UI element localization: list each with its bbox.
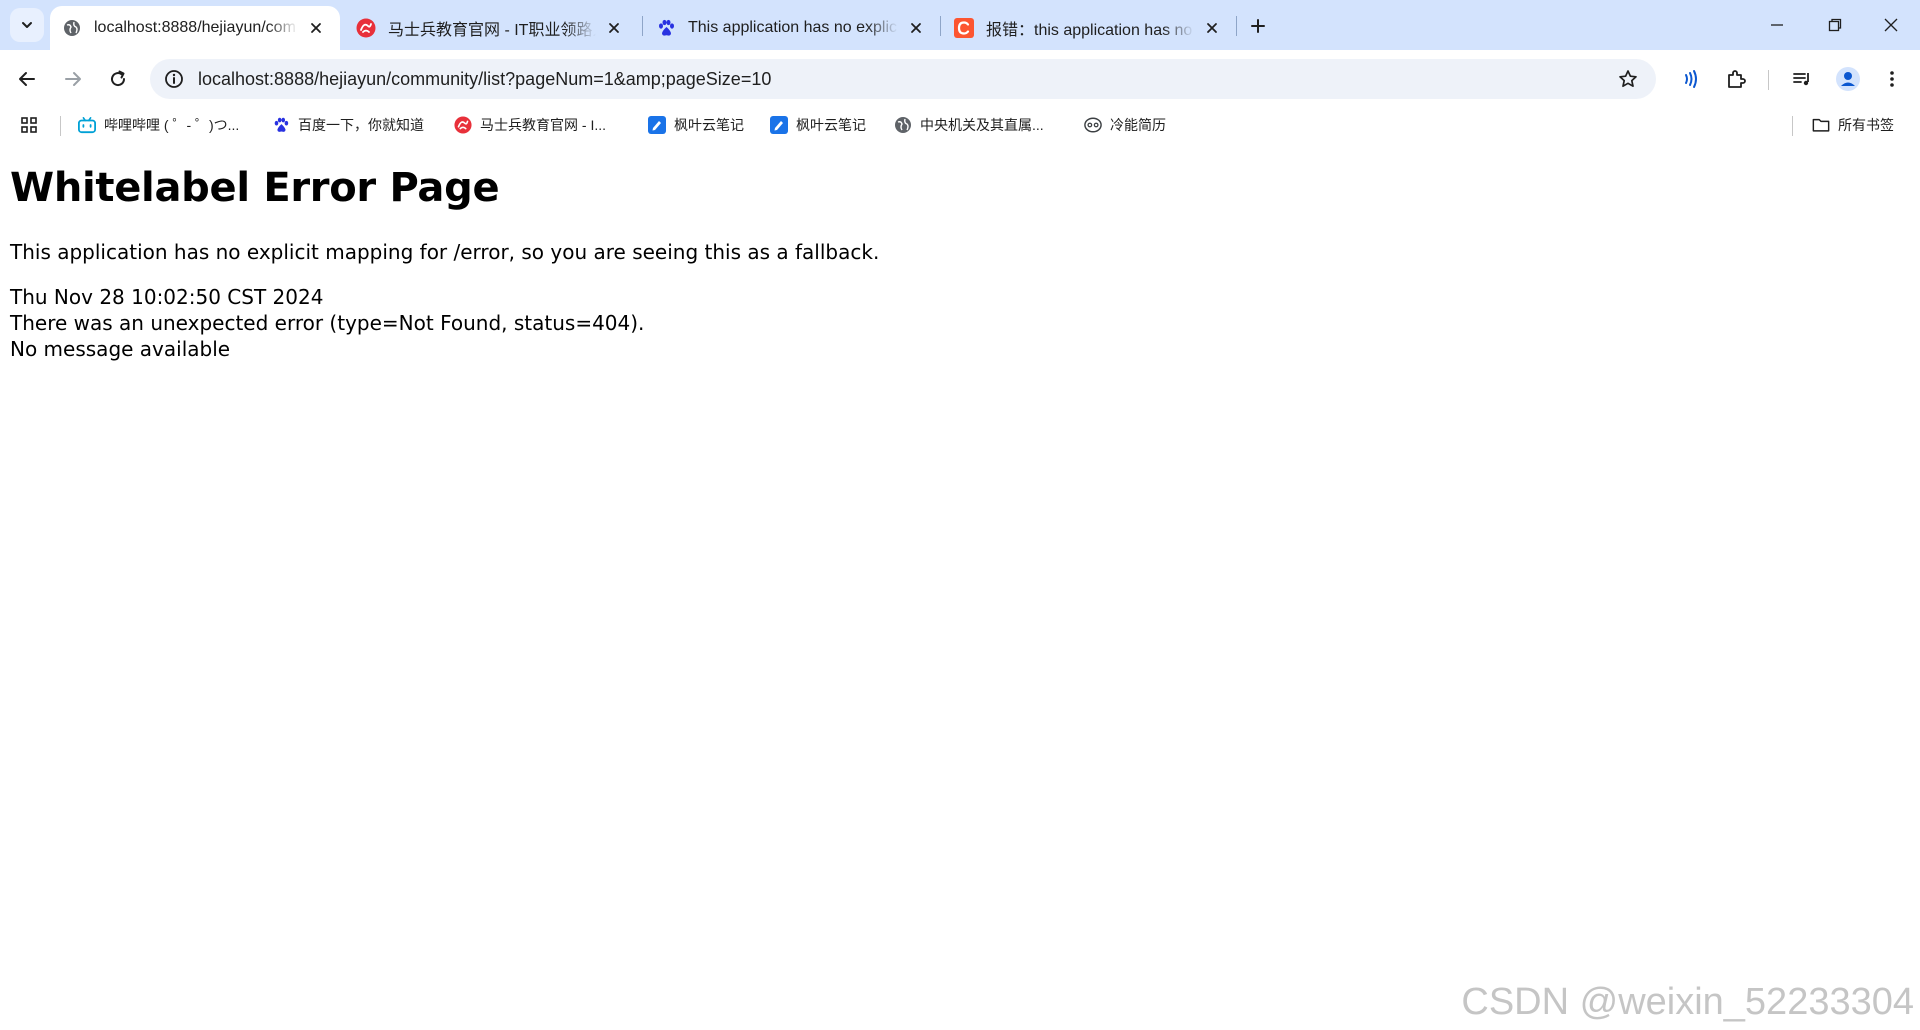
bookmark-note-2[interactable]: 枫叶云笔记	[770, 112, 866, 138]
tab-title: 马士兵教育官网 - IT职业领路人	[388, 22, 596, 39]
close-tab-icon[interactable]	[306, 18, 326, 38]
tab-divider	[642, 16, 643, 36]
bookmark-label: 哔哩哔哩 ( ゜- ゜)つ...	[104, 117, 240, 133]
baidu-paw-icon	[272, 116, 290, 134]
bookmarks-bar: 哔哩哔哩 ( ゜- ゜)つ... 百度一下，你就知道 马士兵教育官网 - I..…	[0, 108, 1920, 142]
error-timestamp: Thu Nov 28 10:02:50 CST 2024	[10, 285, 324, 309]
reload-button[interactable]	[100, 61, 136, 97]
broadcast-icon	[1685, 70, 1697, 88]
back-button[interactable]	[9, 61, 45, 97]
tab-divider	[1236, 16, 1237, 36]
browser-toolbar: localhost:8888/hejiayun/community/list?p…	[0, 50, 1920, 108]
tab-msb[interactable]: 马士兵教育官网 - IT职业领路人	[344, 6, 638, 50]
tab-strip: localhost:8888/hejiayun/com 马士兵教育官网 - IT…	[0, 0, 1920, 50]
tab-localhost[interactable]: localhost:8888/hejiayun/com	[50, 6, 340, 50]
bookmark-baidu[interactable]: 百度一下，你就知道	[272, 112, 424, 138]
grid-icon	[20, 116, 38, 134]
page-content: Whitelabel Error Page This application h…	[10, 142, 1910, 362]
baidu-paw-icon	[656, 18, 676, 38]
tab-search-button[interactable]	[10, 8, 44, 42]
close-tab-icon[interactable]	[906, 18, 926, 38]
address-bar[interactable]: localhost:8888/hejiayun/community/list?p…	[150, 59, 1656, 99]
error-status-line: There was an unexpected error (type=Not …	[10, 311, 645, 335]
arrow-left-icon	[19, 72, 35, 86]
toolbar-divider	[1768, 70, 1769, 90]
bookmark-star-icon[interactable]	[1610, 61, 1646, 97]
media-controls-button[interactable]	[1784, 61, 1820, 97]
url-text[interactable]: localhost:8888/hejiayun/community/list?p…	[198, 69, 1610, 90]
bookmark-note-1[interactable]: 枫叶云笔记	[648, 112, 744, 138]
close-icon	[1884, 18, 1898, 32]
reload-icon	[111, 70, 126, 87]
resume-icon	[1084, 116, 1102, 134]
bookmarks-divider	[1792, 116, 1793, 136]
error-message: No message available	[10, 337, 231, 361]
site-info-icon[interactable]	[162, 67, 186, 91]
forward-button[interactable]	[55, 61, 91, 97]
restore-icon	[1828, 18, 1842, 32]
globe-icon	[894, 116, 912, 134]
bilibili-icon	[78, 116, 96, 134]
arrow-right-icon	[65, 72, 81, 86]
note-icon	[770, 116, 788, 134]
error-details: Thu Nov 28 10:02:50 CST 2024 There was a…	[10, 284, 1910, 362]
bookmark-label: 马士兵教育官网 - I...	[480, 117, 606, 133]
bookmark-label: 枫叶云笔记	[674, 117, 744, 133]
bookmark-gov[interactable]: 中央机关及其直属...	[894, 112, 1044, 138]
playlist-icon	[1793, 73, 1809, 86]
minimize-button[interactable]	[1748, 0, 1806, 50]
bookmark-bilibili[interactable]: 哔哩哔哩 ( ゜- ゜)つ...	[78, 112, 239, 138]
plus-icon	[1251, 19, 1265, 33]
bookmark-msb[interactable]: 马士兵教育官网 - I...	[454, 112, 606, 138]
bookmark-resume[interactable]: 冷能简历	[1084, 112, 1166, 138]
tab-baidu-search[interactable]: This application has no explic	[644, 6, 940, 50]
tab-title: 报错：this application has no	[986, 22, 1193, 39]
more-vertical-icon	[1890, 71, 1894, 87]
minimize-icon	[1771, 24, 1783, 26]
close-window-button[interactable]	[1862, 0, 1920, 50]
bookmarks-divider	[60, 116, 61, 136]
bookmark-label: 中央机关及其直属...	[920, 117, 1044, 133]
menu-button[interactable]	[1874, 61, 1910, 97]
restore-button[interactable]	[1806, 0, 1864, 50]
tab-csdn[interactable]: 报错：this application has no	[942, 6, 1236, 50]
csdn-c-icon	[954, 18, 974, 38]
tab-title: This application has no explic	[688, 19, 898, 36]
puzzle-icon	[1728, 70, 1746, 88]
all-bookmarks-label: 所有书签	[1838, 117, 1894, 133]
profile-button[interactable]	[1830, 61, 1866, 97]
folder-icon	[1812, 116, 1830, 134]
tab-title: localhost:8888/hejiayun/com	[94, 19, 296, 36]
page-title: Whitelabel Error Page	[10, 165, 500, 211]
bookmark-label: 枫叶云笔记	[796, 117, 866, 133]
bookmark-label: 百度一下，你就知道	[298, 117, 424, 133]
chevron-down-icon	[22, 22, 32, 28]
new-tab-button[interactable]	[1244, 12, 1272, 40]
apps-button[interactable]	[20, 112, 46, 138]
watermark-text: CSDN @weixin_52233304	[1461, 981, 1914, 1023]
extensions-button[interactable]	[1718, 61, 1754, 97]
close-tab-icon[interactable]	[604, 18, 624, 38]
msb-logo-icon	[454, 116, 472, 134]
read-aloud-button[interactable]	[1672, 61, 1708, 97]
globe-icon	[62, 18, 82, 38]
msb-logo-icon	[356, 18, 376, 38]
bookmark-label: 冷能简历	[1110, 117, 1166, 133]
close-tab-icon[interactable]	[1202, 18, 1222, 38]
all-bookmarks-button[interactable]: 所有书签	[1812, 112, 1894, 138]
avatar-icon	[1836, 67, 1860, 91]
tab-divider	[940, 16, 941, 36]
error-description: This application has no explicit mapping…	[10, 240, 880, 264]
note-icon	[648, 116, 666, 134]
